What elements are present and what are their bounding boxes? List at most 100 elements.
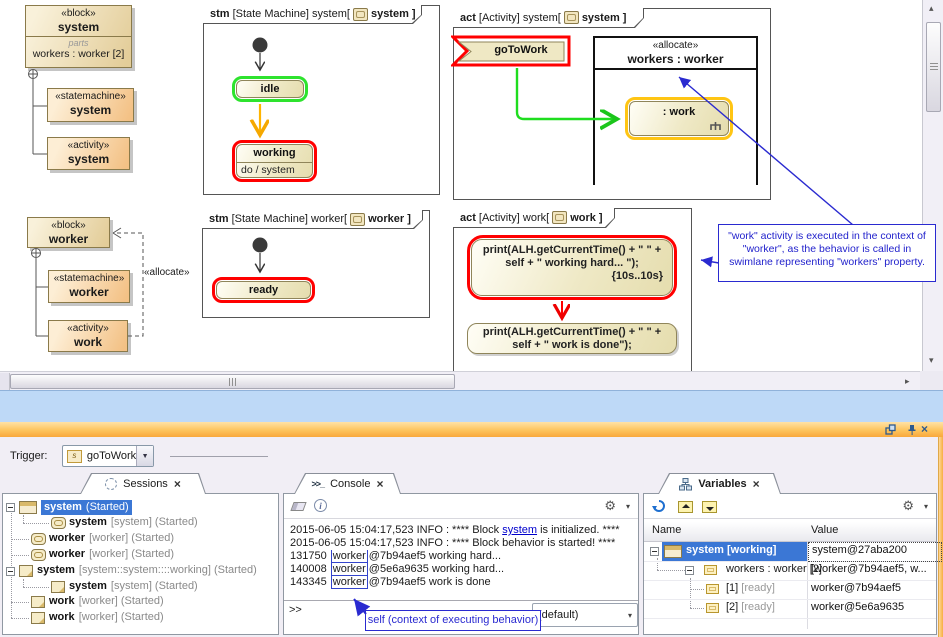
tab-label: Console xyxy=(330,478,370,490)
stereotype-label: «activity» xyxy=(48,138,129,152)
variable-value[interactable]: system@27aba200 xyxy=(808,542,942,562)
activity-system-box[interactable]: «activity» system xyxy=(47,137,130,170)
sessions-panel[interactable]: system(Started) system[system] (Started)… xyxy=(2,493,279,635)
session-tree-row[interactable]: worker[worker] (Started) xyxy=(3,548,278,563)
collapse-toggle[interactable] xyxy=(685,566,694,575)
trigger-combo[interactable]: s goToWork ▼ xyxy=(62,445,154,467)
close-icon[interactable]: × xyxy=(376,478,383,490)
stereotype-label: «activity» xyxy=(49,321,127,335)
action-work[interactable]: : work xyxy=(625,97,733,140)
tab-variables[interactable]: Variables × xyxy=(658,473,781,494)
block-system[interactable]: «block» system parts workers : worker [2… xyxy=(25,5,132,68)
collapse-toggle[interactable] xyxy=(6,567,15,576)
frame-kind: stm xyxy=(209,213,229,225)
chevron-down-icon[interactable]: ▾ xyxy=(628,611,637,620)
trigger-value: goToWork xyxy=(82,450,136,462)
scrollbar-left-box[interactable] xyxy=(0,373,10,390)
scroll-up-icon[interactable]: ▴ xyxy=(929,4,934,13)
scroll-right-icon[interactable]: ▸ xyxy=(905,377,910,386)
containment-tree-lines xyxy=(33,79,48,336)
statemachine-worker-box[interactable]: «statemachine» worker xyxy=(48,270,130,303)
info-icon[interactable]: i xyxy=(314,499,327,512)
variables-panel[interactable]: ⚙ ▾ Name Value system [working] system@2… xyxy=(643,493,937,635)
chevron-down-icon[interactable]: ▾ xyxy=(924,502,928,511)
statemachine-system-box[interactable]: «statemachine» system xyxy=(47,88,134,122)
chevron-down-icon[interactable]: ▾ xyxy=(626,502,630,511)
horizontal-scrollbar[interactable]: ▸ xyxy=(0,371,920,391)
frame-label: [State Machine] system[ xyxy=(233,8,350,20)
column-header-value[interactable]: Value xyxy=(811,524,838,536)
state-ready[interactable]: ready xyxy=(212,277,315,303)
pin-icon[interactable] xyxy=(907,424,917,435)
state-name: idle xyxy=(261,83,280,95)
close-icon[interactable]: × xyxy=(753,478,760,490)
collapse-toggle[interactable] xyxy=(650,547,659,556)
state-working[interactable]: working do / system xyxy=(232,140,317,182)
state-name: working xyxy=(237,145,312,162)
variable-value: worker@7b94aef5 xyxy=(811,582,901,594)
swimlane-name: workers : worker xyxy=(595,52,756,66)
comment-note[interactable]: "work" activity is executed in the conte… xyxy=(718,224,936,282)
swimlane-header: «allocate» workers : worker xyxy=(595,38,756,70)
variable-row[interactable]: system [working] system@27aba200 xyxy=(644,542,936,562)
console-history-combo[interactable]: (default) ▾ xyxy=(532,603,638,627)
variables-header-row[interactable]: Name Value xyxy=(644,522,936,542)
autohide-edge-strip xyxy=(938,437,943,637)
activity-work-box[interactable]: «activity» work xyxy=(48,320,128,352)
gear-icon[interactable]: ⚙ xyxy=(902,499,914,512)
action-print-work-done[interactable]: print(ALH.getCurrentTime() + " " + self … xyxy=(467,323,677,354)
console-log-line: 2015-06-05 15:04:17,523 INFO : **** Bloc… xyxy=(290,537,636,550)
trigger-dropdown-button[interactable]: ▼ xyxy=(136,446,153,466)
refresh-icon[interactable] xyxy=(652,499,666,513)
float-window-icon[interactable] xyxy=(885,424,896,435)
stereotype-label: «allocate» xyxy=(595,40,756,52)
collapse-all-icon[interactable] xyxy=(702,501,717,513)
close-icon[interactable]: × xyxy=(921,422,928,436)
behavior-name: work xyxy=(49,335,127,349)
vertical-scrollbar-thumb[interactable] xyxy=(926,22,941,112)
note-line: "worker", as the behavior is called in xyxy=(719,243,935,256)
divider xyxy=(170,456,268,457)
tab-console[interactable]: >>_ Console × xyxy=(294,473,401,494)
act-system-frame-title: act [Activity] system[ system ] xyxy=(453,8,644,28)
vertical-scrollbar[interactable]: ▴ ▾ xyxy=(922,0,943,371)
part-property-icon xyxy=(706,584,719,594)
scrollbar-corner xyxy=(920,371,943,390)
session-tree-row[interactable]: work[worker] (Started) xyxy=(3,611,278,626)
activity-icon xyxy=(31,596,45,608)
frame-ref: worker ] xyxy=(368,213,411,225)
console-prompt[interactable]: >> xyxy=(289,604,302,616)
frame-ref: system ] xyxy=(371,8,416,20)
action-body-line: self + " work is done"); xyxy=(468,339,676,352)
variable-row[interactable]: [2] [ready] worker@5e6a9635 xyxy=(644,599,936,619)
column-header-name[interactable]: Name xyxy=(652,524,681,536)
horizontal-scrollbar-thumb[interactable] xyxy=(10,374,455,389)
clear-console-icon[interactable] xyxy=(290,502,306,511)
simulation-window-titlebar[interactable]: × xyxy=(0,422,943,437)
session-tree-row[interactable]: system[system] (Started) xyxy=(3,516,278,531)
expand-all-icon[interactable] xyxy=(678,501,693,513)
action-print-working-hard[interactable]: print(ALH.getCurrentTime() + " " + self … xyxy=(467,235,677,300)
variable-row[interactable]: [1] [ready] worker@7b94aef5 xyxy=(644,580,936,600)
docked-window-spacer xyxy=(0,390,943,422)
collapse-toggle[interactable] xyxy=(6,503,15,512)
part-property-icon xyxy=(704,565,717,575)
block-worker[interactable]: «block» worker xyxy=(27,217,110,248)
part-property-label: workers : worker [2] xyxy=(26,48,131,61)
activity-diagram-icon xyxy=(552,211,567,224)
diagram-canvas[interactable]: «block» system parts workers : worker [2… xyxy=(0,0,943,390)
session-tree-row[interactable]: system(Started) xyxy=(3,500,278,515)
signal-name: goToWork xyxy=(481,44,561,56)
session-tree-row[interactable]: system[system::system::::working] (Start… xyxy=(3,564,278,579)
element-link[interactable]: system xyxy=(502,524,537,536)
tab-sessions[interactable]: Sessions × xyxy=(80,473,206,494)
session-tree-row[interactable]: work[worker] (Started) xyxy=(3,595,278,610)
variable-row[interactable]: workers : worker [2] [worker@7b94aef5, w… xyxy=(644,561,936,581)
block-name: worker xyxy=(28,232,109,246)
session-tree-row[interactable]: system[system] (Started) xyxy=(3,580,278,595)
session-tree-row[interactable]: worker[worker] (Started) xyxy=(3,532,278,547)
close-icon[interactable]: × xyxy=(174,478,181,490)
gear-icon[interactable]: ⚙ xyxy=(604,499,616,512)
scroll-down-icon[interactable]: ▾ xyxy=(929,356,934,365)
state-idle[interactable]: idle xyxy=(232,76,308,102)
